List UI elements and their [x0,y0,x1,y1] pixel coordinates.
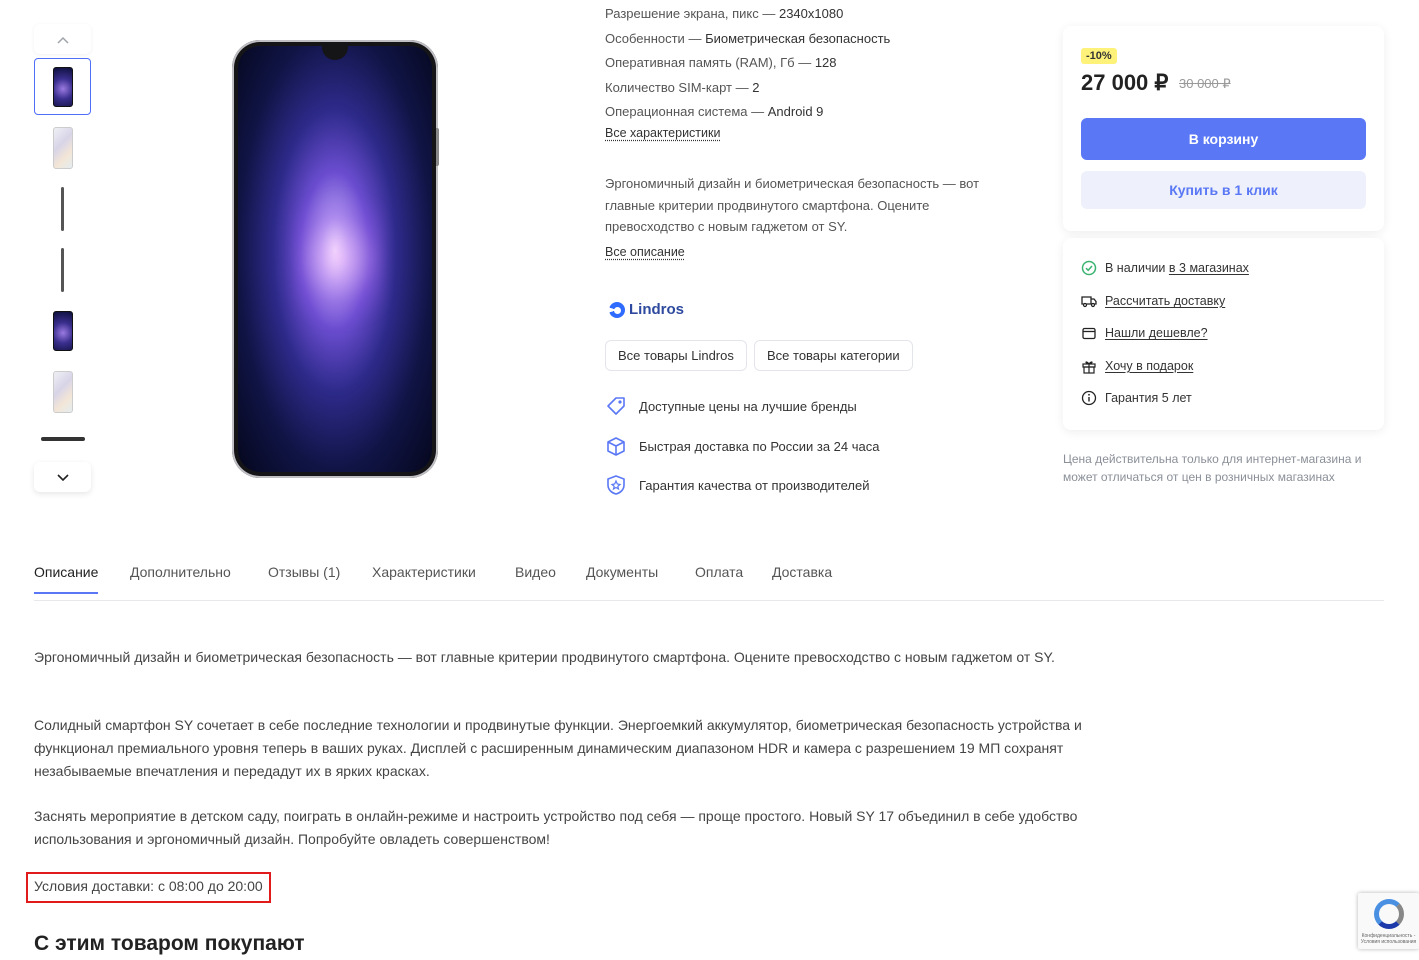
feature-text: Доступные цены на лучшие бренды [639,398,857,414]
delivery-row[interactable]: Рассчитать доставку [1081,293,1225,309]
feature-delivery: Быстрая доставка по России за 24 часа [605,435,879,457]
warranty-text: Гарантия 5 лет [1105,391,1192,405]
wallet-icon [1081,325,1097,341]
tab-payment[interactable]: Оплата [695,564,743,594]
brand-mark-icon [609,301,625,318]
feature-prices: Доступные цены на лучшие бренды [605,395,857,417]
gift-row[interactable]: Хочу в подарок [1081,358,1193,374]
recaptcha-badge[interactable]: Конфиденциальность - Условия использован… [1358,893,1419,949]
spec-row: Количество SIM-карт — 2 [605,76,1025,101]
stock-label: В наличии [1105,261,1169,275]
spec-label: Особенности [605,30,685,46]
tab-reviews[interactable]: Отзывы (1) [268,564,340,594]
warranty-row: Гарантия 5 лет [1081,390,1192,406]
gallery-down-button[interactable] [34,462,91,492]
spec-separator: — [684,30,706,46]
feature-text: Быстрая доставка по России за 24 часа [639,438,880,454]
chevron-down-icon [56,469,69,485]
feature-text: Гарантия качества от производителей [639,477,870,493]
thumbnail-edge[interactable] [34,424,91,454]
spec-label: Количество SIM-карт [605,79,732,95]
thumbnail-gallery [34,24,91,492]
thumbnail-side-left[interactable] [34,180,91,237]
stock-stores-link[interactable]: в 3 магазинах [1169,261,1249,275]
box-icon [605,435,627,457]
thumbnail-back-angle[interactable] [34,363,91,420]
quality-shield-icon [605,474,627,496]
thumbnail-back[interactable] [34,119,91,176]
price-note: Цена действительна только для интернет-м… [1063,452,1362,484]
brand-logo[interactable]: Lindros [609,301,684,318]
all-description-link[interactable]: Все описание [605,245,685,259]
cheaper-row[interactable]: Нашли дешевле? [1081,325,1208,341]
feature-quality: Гарантия качества от производителей [605,474,870,496]
tab-characteristics[interactable]: Характеристики [372,564,476,594]
price-tag-icon [605,395,627,417]
info-icon [1081,390,1097,406]
tab-delivery[interactable]: Доставка [772,564,832,594]
spec-separator: — [794,55,815,70]
gift-icon [1081,358,1097,374]
spec-row: Операционная система — Android 9 [605,100,1025,125]
spec-separator: — [731,79,753,95]
old-price: 30 000 ₽ [1179,76,1231,91]
description-paragraph-3: Заснять мероприятие в детском саду, поиг… [34,808,1078,847]
spec-value: 2 [752,79,760,95]
brand-goods-button[interactable]: Все товары Lindros [605,340,747,371]
want-gift-link[interactable]: Хочу в подарок [1105,359,1193,373]
tab-documents[interactable]: Документы [586,564,658,594]
tab-additional[interactable]: Дополнительно [130,564,231,594]
product-main-image[interactable] [232,40,438,478]
buy-one-click-button[interactable]: Купить в 1 клик [1081,171,1366,209]
tab-video[interactable]: Видео [515,564,556,594]
category-goods-button[interactable]: Все товары категории [754,340,913,371]
product-tabs: Описание Дополнительно Отзывы (1) Характ… [34,560,1384,601]
current-price: 27 000 ₽ [1081,70,1169,95]
stock-row: В наличии в 3 магазинах [1081,260,1249,276]
tab-description[interactable]: Описание [34,564,99,594]
truck-icon [1081,293,1097,309]
chevron-up-icon [56,31,69,47]
recaptcha-text: Конфиденциальность - Условия использован… [1360,933,1417,945]
calc-delivery-link[interactable]: Рассчитать доставку [1105,294,1225,308]
spec-value: Android 9 [767,104,824,119]
spec-label: Разрешение экрана, пикс [605,6,759,21]
thumbnail-side-right[interactable] [34,241,91,298]
spec-row: Особенности — Биометрическая безопасност… [605,27,1025,52]
spec-label: Операционная система [605,104,748,119]
spec-separator: — [747,104,768,119]
spec-row: Разрешение экрана, пикс — 2340x1080 [605,2,1025,27]
check-circle-icon [1081,260,1097,276]
price-card: -10% 27 000 ₽ 30 000 ₽ В корзину Купить … [1063,26,1384,231]
brand-name: Lindros [629,301,684,318]
gallery-up-button[interactable] [34,24,91,54]
spec-separator: — [758,6,779,21]
add-to-cart-button[interactable]: В корзину [1081,118,1366,160]
description-paragraph-2: Солидный смартфон SY сочетает в себе пос… [34,717,1082,779]
spec-list: Разрешение экрана, пикс — 2340x1080 Особе… [605,2,1025,125]
spec-value: 128 [814,55,837,70]
thumbnail-front-angle[interactable] [34,302,91,359]
all-specs-link[interactable]: Все характеристики [605,126,720,140]
description-paragraph-1: Эргономичный дизайн и биометрическая без… [34,649,1055,665]
short-description: Эргономичный дизайн и биометрическая без… [605,176,980,234]
camera-notch [322,46,348,60]
availability-card: В наличии в 3 магазинах Рассчитать доста… [1063,238,1384,430]
spec-value: Биометрическая безопасность [705,30,891,46]
delivery-conditions: Условия доставки: с 08:00 до 20:00 [26,872,271,903]
related-products-title: С этим товаром покупают [34,932,305,955]
thumbnail-front[interactable] [34,58,91,115]
spec-row: Оперативная память (RAM), Гб — 128 [605,51,1025,76]
recaptcha-icon [1373,899,1404,929]
spec-value: 2340x1080 [778,6,844,21]
spec-label: Оперативная память (RAM), Гб [605,55,795,70]
found-cheaper-link[interactable]: Нашли дешевле? [1105,326,1208,340]
discount-badge: -10% [1081,48,1117,64]
